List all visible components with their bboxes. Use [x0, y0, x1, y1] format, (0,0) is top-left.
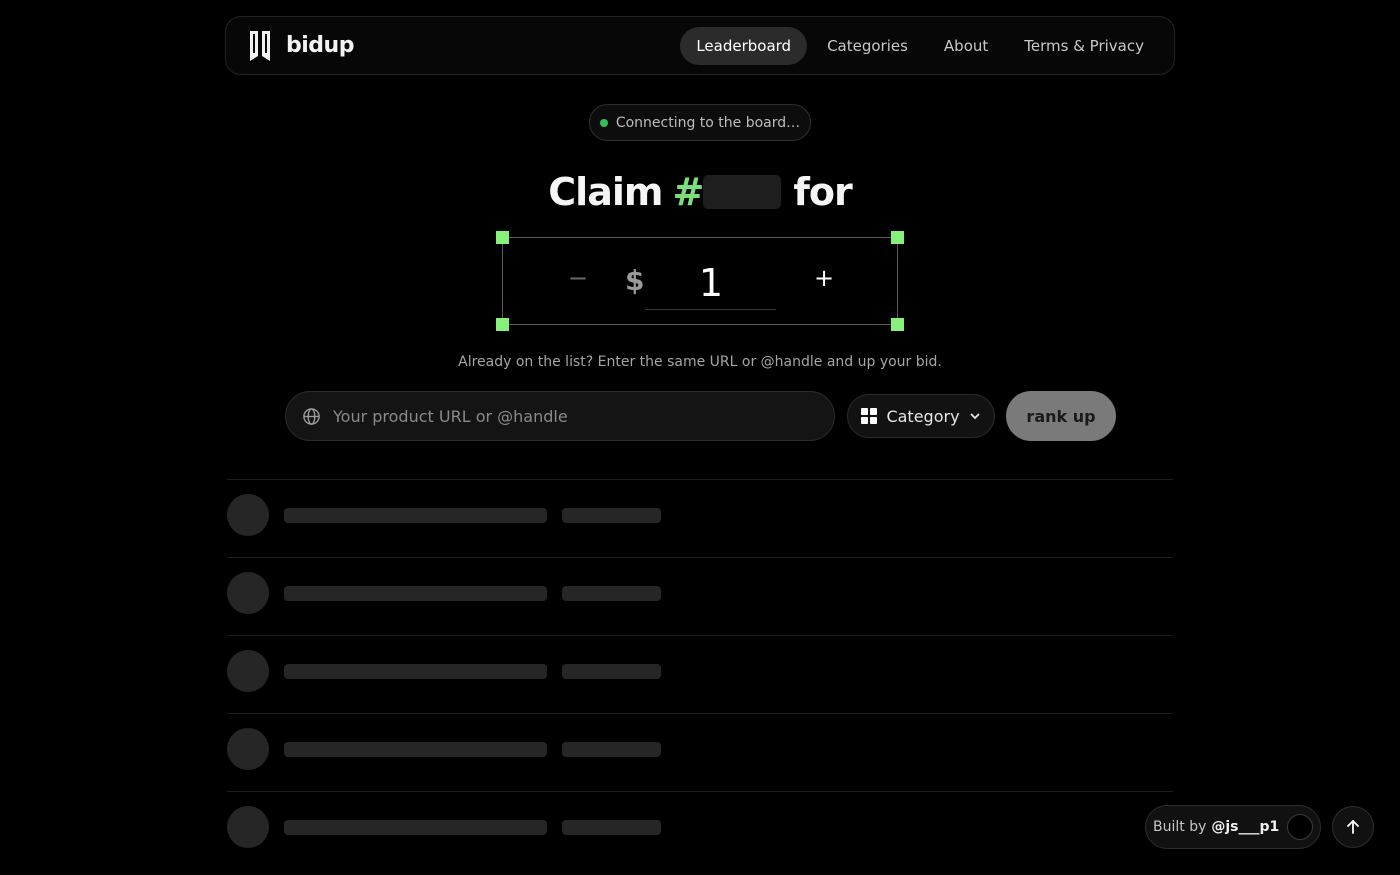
resize-handle-top-left[interactable] — [496, 231, 509, 244]
nav-link-terms[interactable]: Terms & Privacy — [1008, 27, 1160, 65]
avatar-skeleton — [227, 494, 269, 536]
brand[interactable]: bidup — [248, 29, 354, 63]
resize-handle-bottom-left[interactable] — [496, 318, 509, 331]
meta-skeleton — [562, 742, 661, 757]
list-item — [227, 557, 1173, 635]
nav-link-leaderboard[interactable]: Leaderboard — [680, 26, 808, 65]
page: bidup Leaderboard Categories About Terms… — [0, 0, 1400, 875]
list-item — [227, 479, 1173, 557]
meta-skeleton — [562, 664, 661, 679]
brand-name: bidup — [286, 33, 354, 58]
top-nav: bidup Leaderboard Categories About Terms… — [225, 16, 1175, 75]
headline-prefix: Claim — [548, 170, 663, 214]
nav-links: Leaderboard Categories About Terms & Pri… — [680, 26, 1160, 65]
list-item — [227, 791, 1173, 869]
grid-icon — [861, 408, 878, 424]
resize-handle-bottom-right[interactable] — [891, 318, 904, 331]
built-by-badge[interactable]: Built by @js___p1 — [1145, 805, 1321, 849]
status-text: Connecting to the board… — [615, 114, 801, 131]
list-item — [227, 635, 1173, 713]
leaderboard-list — [227, 479, 1173, 869]
hint-text: Already on the list? Enter the same URL … — [458, 354, 942, 370]
category-dropdown[interactable]: Category — [847, 394, 995, 438]
avatar-skeleton — [227, 728, 269, 770]
resize-handle-top-right[interactable] — [891, 231, 904, 244]
connection-status-badge: Connecting to the board… — [589, 104, 811, 141]
rank-up-button[interactable]: rank up — [1006, 391, 1116, 441]
bidup-logo-icon — [250, 30, 270, 61]
decrease-bid-button[interactable]: − — [563, 264, 593, 300]
url-field[interactable] — [285, 391, 835, 441]
category-label: Category — [886, 406, 960, 426]
status-dot-icon — [599, 118, 608, 127]
nav-link-about[interactable]: About — [928, 27, 1004, 65]
nav-link-categories[interactable]: Categories — [811, 27, 924, 65]
title-skeleton — [284, 664, 547, 679]
avatar-skeleton — [227, 650, 269, 692]
increase-bid-button[interactable]: + — [809, 264, 839, 300]
avatar-skeleton — [227, 806, 269, 848]
avatar-skeleton — [227, 572, 269, 614]
title-skeleton — [284, 820, 547, 835]
meta-skeleton — [562, 508, 661, 523]
title-skeleton — [284, 586, 547, 601]
built-by-handle: @js___p1 — [1211, 819, 1280, 835]
avatar — [1287, 814, 1313, 840]
bid-amount-box: − $ + — [496, 231, 904, 331]
title-skeleton — [284, 742, 547, 757]
meta-skeleton — [562, 586, 661, 601]
headline-hash: # — [672, 170, 704, 214]
bid-amount-input[interactable] — [646, 256, 776, 310]
meta-skeleton — [562, 820, 661, 835]
globe-icon — [303, 407, 320, 425]
headline-suffix: for — [793, 170, 852, 214]
rank-number-skeleton — [703, 175, 782, 209]
title-skeleton — [284, 508, 547, 523]
chevron-down-icon — [969, 413, 980, 420]
page-title: Claim # for — [0, 166, 1400, 218]
scroll-to-top-button[interactable] — [1332, 806, 1374, 848]
built-by-prefix: Built by — [1153, 819, 1207, 835]
product-url-input[interactable] — [333, 406, 834, 426]
arrow-up-icon — [1347, 820, 1359, 834]
list-item — [227, 713, 1173, 791]
currency-symbol: $ — [625, 264, 645, 297]
